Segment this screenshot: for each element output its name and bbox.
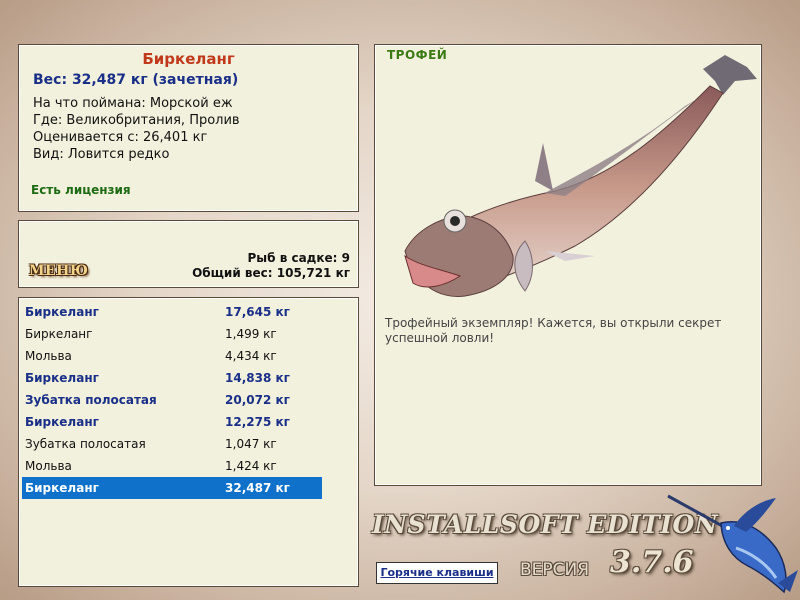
catch-fish-weight: 1,047 кг [225,437,277,451]
catch-fish-name: Зубатка полосатая [25,393,157,407]
marlin-logo-icon [667,494,798,594]
valued-from-info: Оценивается с: 26,401 кг [33,130,208,145]
net-stats: Рыб в садке: 9 Общий вес: 105,721 кг [192,251,350,281]
catch-list-row[interactable]: Мольва 4,434 кг [22,345,322,367]
menu-button[interactable]: МЕНЮ [29,263,88,279]
catch-list-row[interactable]: Мольва 1,424 кг [22,455,322,477]
catch-fish-weight: 12,275 кг [225,415,290,429]
catch-fish-weight: 32,487 кг [225,481,290,495]
fish-details: На что поймана: Морской еж Где: Великобр… [33,95,240,163]
catch-fish-weight: 14,838 кг [225,371,290,385]
catch-fish-weight: 1,499 кг [225,327,277,341]
total-weight: Общий вес: 105,721 кг [192,266,350,280]
catch-list-row[interactable]: Зубатка полосатая 1,047 кг [22,433,322,455]
license-status: Есть лицензия [31,183,131,197]
catch-list-row[interactable]: Биркеланг 14,838 кг [22,367,322,389]
catch-fish-name: Биркеланг [25,415,99,429]
location-info: Где: Великобритания, Пролив [33,113,240,128]
catch-fish-name: Мольва [25,459,72,473]
fish-pupil [450,216,460,226]
fish-info-panel: Биркеланг Вес: 32,487 кг (зачетная) На ч… [18,44,359,212]
hotkeys-label: Горячие клавиши [380,566,494,579]
trophy-panel: ТРОФЕЙ Трофейный экземпляр! Кажется, вы … [374,44,762,486]
bait-info: На что поймана: Морской еж [33,96,233,111]
fish-name: Биркеланг [142,50,235,68]
catch-fish-weight: 17,645 кг [225,305,290,319]
version-label: ВЕРСИЯ [520,560,590,580]
catch-fish-weight: 1,424 кг [225,459,277,473]
catch-fish-name: Биркеланг [25,327,93,341]
hotkeys-button[interactable]: Горячие клавиши [376,562,498,584]
catch-list-row[interactable]: Биркеланг 1,499 кг [22,323,322,345]
catch-list-row[interactable]: Биркеланг 32,487 кг [22,477,322,499]
marlin-bill [667,494,727,530]
catch-list-panel: Биркеланг 17,645 кг Биркеланг 1,499 кг Мольв… [18,297,359,587]
catch-list-row[interactable]: Зубатка полосатая 20,072 кг [22,389,322,411]
catch-list-row[interactable]: Биркеланг 12,275 кг [22,411,322,433]
fish-image [404,55,757,297]
catch-fish-name: Биркеланг [25,481,99,495]
trophy-description: Трофейный экземпляр! Кажется, вы открыли… [385,316,722,345]
trophy-label: ТРОФЕЙ [387,48,448,62]
fish-weight: Вес: 32,487 кг (зачетная) [33,72,239,88]
marlin-eye [726,526,730,530]
catch-fish-name: Зубатка полосатая [25,437,146,451]
catch-list-row[interactable]: Биркеланг 17,645 кг [22,301,322,323]
catch-fish-name: Биркеланг [25,305,99,319]
menu-panel: МЕНЮ Рыб в садке: 9 Общий вес: 105,721 к… [18,220,359,288]
catch-fish-weight: 4,434 кг [225,349,277,363]
fish-in-net-count: Рыб в садке: 9 [247,251,351,265]
catch-fish-name: Мольва [25,349,72,363]
marlin-dorsal-fin [734,498,776,532]
catch-fish-name: Биркеланг [25,371,99,385]
catch-fish-weight: 20,072 кг [225,393,290,407]
kind-info: Вид: Ловится редко [33,147,170,162]
front-dorsal-fin [535,143,553,191]
